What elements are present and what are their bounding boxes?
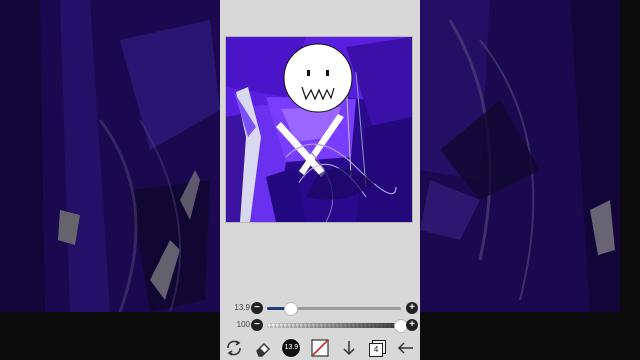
brush-size-indicator: 13.9 (281, 338, 302, 358)
brush-size-slider-thumb[interactable] (284, 302, 298, 316)
opacity-slider-row: 100 − + (220, 318, 420, 334)
arrow-down-icon (343, 341, 355, 356)
color-swatch-icon (311, 339, 329, 357)
drawing-canvas[interactable] (225, 36, 413, 223)
bottom-toolbar: 13.9 4 (220, 336, 420, 360)
layers-count: 4 (369, 343, 384, 357)
layers-button[interactable]: 4 (366, 337, 388, 359)
back-button[interactable] (395, 337, 417, 359)
opacity-value: 100 (236, 320, 250, 329)
eraser-icon (256, 343, 270, 357)
eraser-button[interactable] (252, 337, 274, 359)
brush-size-slider-row: 13.9 − + (220, 301, 420, 317)
layers-icon: 4 (369, 340, 387, 357)
brush-size-value: 13.9 (234, 303, 250, 312)
arrow-left-icon (397, 342, 413, 354)
move-down-button[interactable] (338, 337, 360, 359)
opacity-slider[interactable] (267, 319, 408, 333)
transform-icon (227, 340, 242, 356)
brush-size-button[interactable]: 13.9 (280, 337, 302, 359)
opacity-slider-fill (267, 323, 401, 328)
color-button[interactable] (309, 337, 331, 359)
transform-button[interactable] (223, 337, 245, 359)
brush-size-decrease-button[interactable]: − (251, 302, 263, 314)
drawing-app: 13.9 − + 100 − + 13.9 4 (220, 0, 420, 360)
brush-size-slider[interactable] (267, 302, 401, 316)
opacity-increase-button[interactable]: + (406, 319, 418, 331)
opacity-decrease-button[interactable]: − (251, 319, 263, 331)
brush-size-increase-button[interactable]: + (406, 302, 418, 314)
